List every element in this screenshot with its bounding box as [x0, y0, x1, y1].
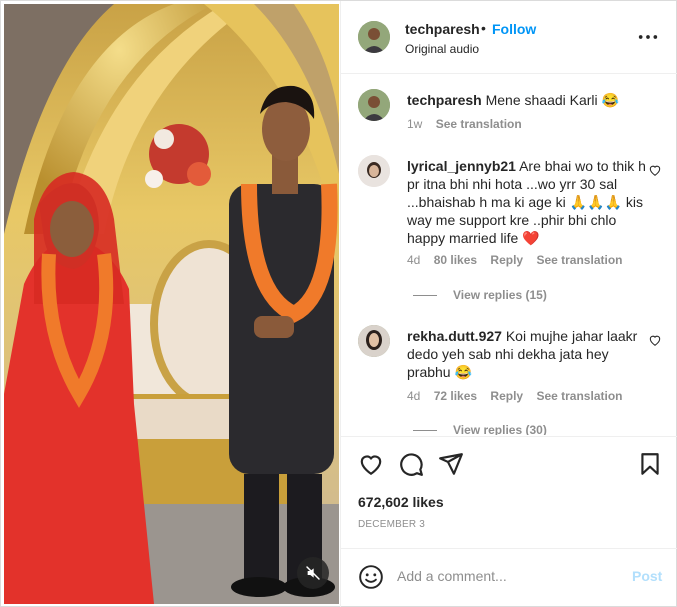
heart-icon[interactable]: [358, 451, 384, 477]
comment-composer: Post: [341, 548, 677, 607]
comment-age[interactable]: 4d: [407, 389, 420, 403]
smiley-icon[interactable]: [358, 564, 384, 590]
comment-meta: 4d 80 likes Reply See translation: [407, 253, 632, 267]
post-dialog: techparesh • Follow Original audio techp…: [0, 0, 677, 607]
caption-text-block: techparesh Mene shaadi Karli 😂: [407, 91, 651, 109]
header-separator: •: [481, 20, 486, 36]
post-video[interactable]: [4, 4, 339, 604]
commenter-avatar[interactable]: [358, 325, 390, 357]
post-comment-button[interactable]: Post: [632, 568, 662, 584]
replies-divider: [413, 430, 437, 432]
comment-item: lyrical_jennyb21 Are bhai wo to thik h p…: [341, 155, 677, 305]
view-replies-button[interactable]: View replies (30): [413, 423, 547, 435]
bookmark-icon[interactable]: [637, 451, 663, 477]
comment-text-block: lyrical_jennyb21 Are bhai wo to thik h p…: [407, 157, 651, 247]
post-actions: 672,602 likes DECEMBER 3: [341, 436, 677, 546]
replies-divider: [413, 295, 437, 297]
caption-avatar[interactable]: [358, 89, 390, 121]
comment-meta: 4d 72 likes Reply See translation: [407, 389, 632, 403]
post-header: techparesh • Follow Original audio: [341, 1, 677, 74]
comment-username[interactable]: lyrical_jennyb21: [407, 158, 516, 174]
author-username[interactable]: techparesh: [405, 21, 480, 37]
comment-likes[interactable]: 80 likes: [434, 253, 477, 267]
more-horizontal-icon[interactable]: [637, 29, 659, 45]
comment-username[interactable]: rekha.dutt.927: [407, 328, 502, 344]
view-replies-label: View replies (30): [453, 423, 547, 435]
caption-see-translation[interactable]: See translation: [436, 117, 522, 131]
comment-age[interactable]: 4d: [407, 253, 420, 267]
view-replies-label: View replies (15): [453, 288, 547, 302]
speaker-muted-icon: [306, 566, 320, 580]
comments-list[interactable]: techparesh Mene shaadi Karli 😂 1w See tr…: [341, 75, 677, 435]
comment-see-translation[interactable]: See translation: [536, 389, 622, 403]
comment-like-heart-icon[interactable]: [648, 333, 662, 347]
comment-like-heart-icon[interactable]: [648, 163, 662, 177]
view-replies-button[interactable]: View replies (15): [413, 288, 547, 302]
author-avatar[interactable]: [358, 21, 390, 53]
follow-button[interactable]: Follow: [492, 21, 536, 37]
caption-row: techparesh Mene shaadi Karli 😂 1w See tr…: [341, 89, 677, 149]
comment-item: rekha.dutt.927 Koi mujhe jahar laakr ded…: [341, 325, 677, 435]
post-sidebar: techparesh • Follow Original audio techp…: [340, 1, 677, 607]
caption-age[interactable]: 1w: [407, 117, 422, 131]
comment-see-translation[interactable]: See translation: [536, 253, 622, 267]
mute-toggle-button[interactable]: [297, 557, 329, 589]
caption-text: Mene shaadi Karli 😂: [485, 92, 619, 108]
comment-reply-button[interactable]: Reply: [490, 389, 523, 403]
caption-username[interactable]: techparesh: [407, 92, 482, 108]
comment-input[interactable]: [397, 565, 617, 587]
caption-meta: 1w See translation: [407, 117, 532, 131]
comment-likes[interactable]: 72 likes: [434, 389, 477, 403]
likes-count[interactable]: 672,602 likes: [358, 494, 444, 510]
paper-plane-icon[interactable]: [438, 451, 464, 477]
video-frame-illustration: [4, 4, 339, 604]
post-date: DECEMBER 3: [358, 519, 426, 530]
comment-text-block: rekha.dutt.927 Koi mujhe jahar laakr ded…: [407, 327, 651, 381]
comment-icon[interactable]: [398, 451, 424, 477]
audio-link[interactable]: Original audio: [405, 42, 479, 56]
comment-reply-button[interactable]: Reply: [490, 253, 523, 267]
commenter-avatar[interactable]: [358, 155, 390, 187]
